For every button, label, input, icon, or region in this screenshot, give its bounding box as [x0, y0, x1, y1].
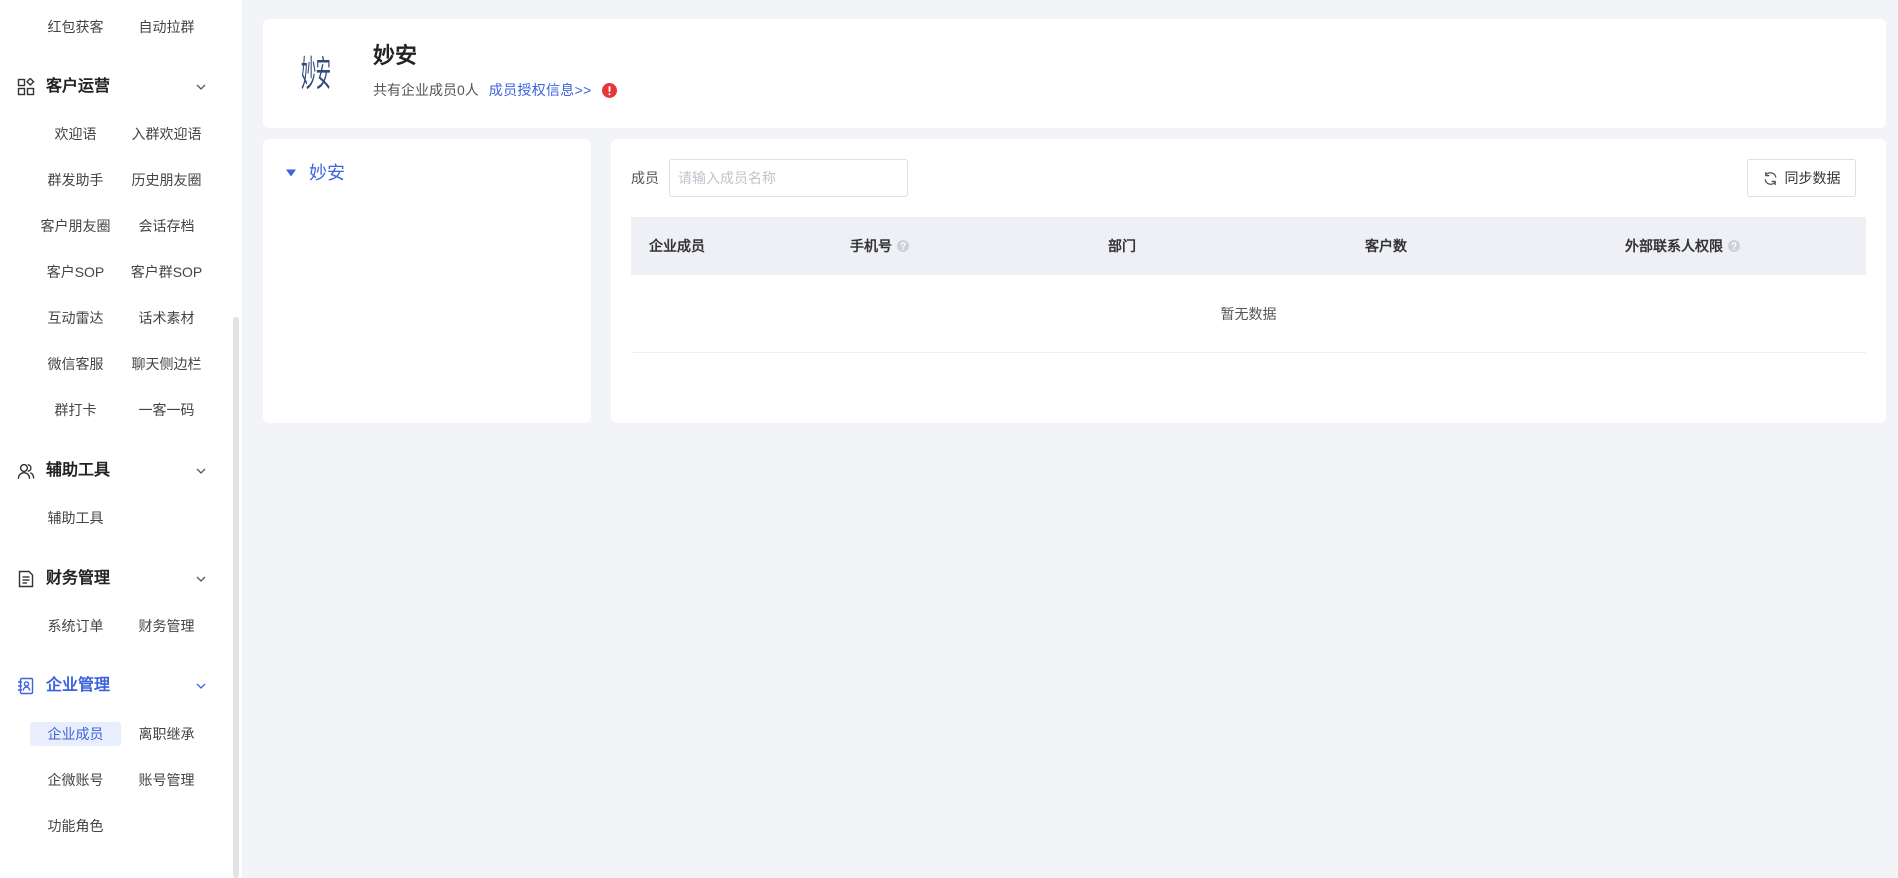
tree-node-root[interactable]: 妙安	[285, 160, 345, 186]
col-header-label: 手机号	[850, 238, 892, 254]
sidebar-item-chat-archive[interactable]: 会话存档	[121, 214, 212, 238]
sidebar-item-assist-tools[interactable]: 辅助工具	[30, 506, 121, 530]
sidebar-item-red-packet-acquisition[interactable]: 红包获客	[30, 15, 121, 39]
member-filter-label: 成员	[631, 170, 659, 186]
member-summary: 共有企业成员0人 成员授权信息>>	[373, 80, 617, 100]
sidebar-row: 红包获客 自动拉群	[30, 15, 212, 39]
sidebar-item-group-welcome[interactable]: 入群欢迎语	[121, 122, 212, 146]
tree-node-label[interactable]: 妙安	[309, 160, 345, 186]
sidebar-row: 微信客服 聊天侧边栏	[30, 352, 212, 376]
sidebar-item-account-management[interactable]: 账号管理	[121, 768, 212, 792]
sync-data-label: 同步数据	[1784, 170, 1841, 186]
enterprise-name: 妙安	[373, 43, 418, 68]
chevron-down-icon[interactable]	[195, 573, 207, 585]
sidebar-item-finance[interactable]: 财务管理	[121, 614, 212, 638]
refresh-icon	[1763, 171, 1778, 186]
member-search-input[interactable]	[669, 159, 908, 197]
sidebar-item-wechat-service[interactable]: 微信客服	[30, 352, 121, 376]
sidebar-group-finance[interactable]: 财务管理	[0, 567, 242, 591]
member-count-text: 共有企业成员0人	[373, 82, 479, 98]
department-tree-card: 妙安	[263, 139, 591, 423]
col-header-external-permission: 外部联系人权限	[1625, 217, 1740, 275]
enterprise-logo: 妙安	[301, 52, 337, 96]
help-icon[interactable]	[897, 240, 909, 252]
enterprise-header-card: 妙安 妙安 共有企业成员0人 成员授权信息>>	[263, 19, 1886, 128]
sidebar-item-customer-moments[interactable]: 客户朋友圈	[30, 214, 121, 238]
sidebar-group-title: 财务管理	[46, 570, 111, 587]
enterprise-logo-text: 妙安	[301, 53, 331, 94]
table-empty-row: 暂无数据	[631, 275, 1866, 353]
sidebar-item-chat-sidebar[interactable]: 聊天侧边栏	[121, 352, 212, 376]
table-header: 企业成员 手机号 部门 客户数 外部联系人权限	[631, 217, 1866, 275]
col-header-label: 外部联系人权限	[1625, 238, 1723, 254]
help-icon[interactable]	[1728, 240, 1740, 252]
empty-state-text: 暂无数据	[1220, 305, 1277, 322]
sidebar-scrollbar[interactable]	[233, 317, 239, 878]
sidebar-item-script-materials[interactable]: 话术素材	[121, 306, 212, 330]
caret-down-icon[interactable]	[285, 168, 297, 178]
sidebar-row: 欢迎语 入群欢迎语	[30, 122, 212, 146]
sidebar-item-wecom-accounts[interactable]: 企微账号	[30, 768, 121, 792]
sidebar: 红包获客 自动拉群 客户运营 欢迎语 入群欢迎语 群发助手 历史朋友圈 客户朋友…	[0, 0, 242, 878]
sidebar-group-enterprise[interactable]: 企业管理	[0, 674, 242, 698]
chevron-down-icon[interactable]	[195, 465, 207, 477]
sidebar-item-customer-qrcode[interactable]: 一客一码	[121, 398, 212, 422]
col-header-phone: 手机号	[850, 217, 909, 275]
col-header-label: 部门	[1108, 238, 1136, 254]
sidebar-row: 客户朋友圈 会话存档	[30, 214, 212, 238]
apps-icon	[17, 78, 35, 96]
sidebar-group-title: 企业管理	[46, 677, 111, 694]
sidebar-item-system-orders[interactable]: 系统订单	[30, 614, 121, 638]
member-list-card: 成员 同步数据 企业成员 手机号	[611, 139, 1886, 423]
sidebar-item-resignation-inherit[interactable]: 离职继承	[121, 722, 212, 746]
sidebar-row: 群打卡 一客一码	[30, 398, 212, 422]
chevron-down-icon[interactable]	[195, 680, 207, 692]
sync-data-button[interactable]: 同步数据	[1747, 159, 1856, 197]
exclamation-icon[interactable]	[601, 82, 617, 98]
users-icon	[17, 462, 35, 480]
sidebar-row: 辅助工具	[30, 506, 212, 530]
sidebar-group-title: 客户运营	[46, 78, 111, 95]
document-icon	[17, 570, 35, 588]
col-header-member: 企业成员	[649, 217, 705, 275]
col-header-customer-count: 客户数	[1365, 217, 1407, 275]
col-header-label: 客户数	[1365, 238, 1407, 254]
sidebar-item-customer-sop[interactable]: 客户SOP	[30, 260, 121, 284]
sidebar-item-auto-group-invite[interactable]: 自动拉群	[121, 15, 212, 39]
sidebar-row: 企微账号 账号管理	[30, 768, 212, 792]
sidebar-item-roles[interactable]: 功能角色	[30, 814, 121, 838]
col-header-label: 企业成员	[649, 238, 705, 254]
sidebar-row: 互动雷达 话术素材	[30, 306, 212, 330]
sidebar-row: 客户SOP 客户群SOP	[30, 260, 212, 284]
sidebar-item-interaction-radar[interactable]: 互动雷达	[30, 306, 121, 330]
member-table: 企业成员 手机号 部门 客户数 外部联系人权限 暂无数据	[631, 217, 1866, 353]
col-header-department: 部门	[1108, 217, 1136, 275]
sidebar-group-assist-tools[interactable]: 辅助工具	[0, 459, 242, 483]
chevron-down-icon[interactable]	[195, 81, 207, 93]
sidebar-item-welcome-message[interactable]: 欢迎语	[30, 122, 121, 146]
sidebar-row: 系统订单 财务管理	[30, 614, 212, 638]
sidebar-item-members[interactable]: 企业成员	[30, 722, 121, 746]
contacts-icon	[17, 677, 35, 695]
sidebar-row: 企业成员 离职继承	[30, 722, 212, 746]
member-auth-link[interactable]: 成员授权信息>>	[489, 80, 592, 100]
sidebar-row: 功能角色	[30, 814, 212, 838]
sidebar-item-group-sop[interactable]: 客户群SOP	[121, 260, 212, 284]
sidebar-item-moments-history[interactable]: 历史朋友圈	[121, 168, 212, 192]
sidebar-item-group-checkin[interactable]: 群打卡	[30, 398, 121, 422]
sidebar-item-mass-send[interactable]: 群发助手	[30, 168, 121, 192]
sidebar-group-customer-ops[interactable]: 客户运营	[0, 75, 242, 99]
sidebar-row: 群发助手 历史朋友圈	[30, 168, 212, 192]
sidebar-group-title: 辅助工具	[46, 462, 111, 479]
